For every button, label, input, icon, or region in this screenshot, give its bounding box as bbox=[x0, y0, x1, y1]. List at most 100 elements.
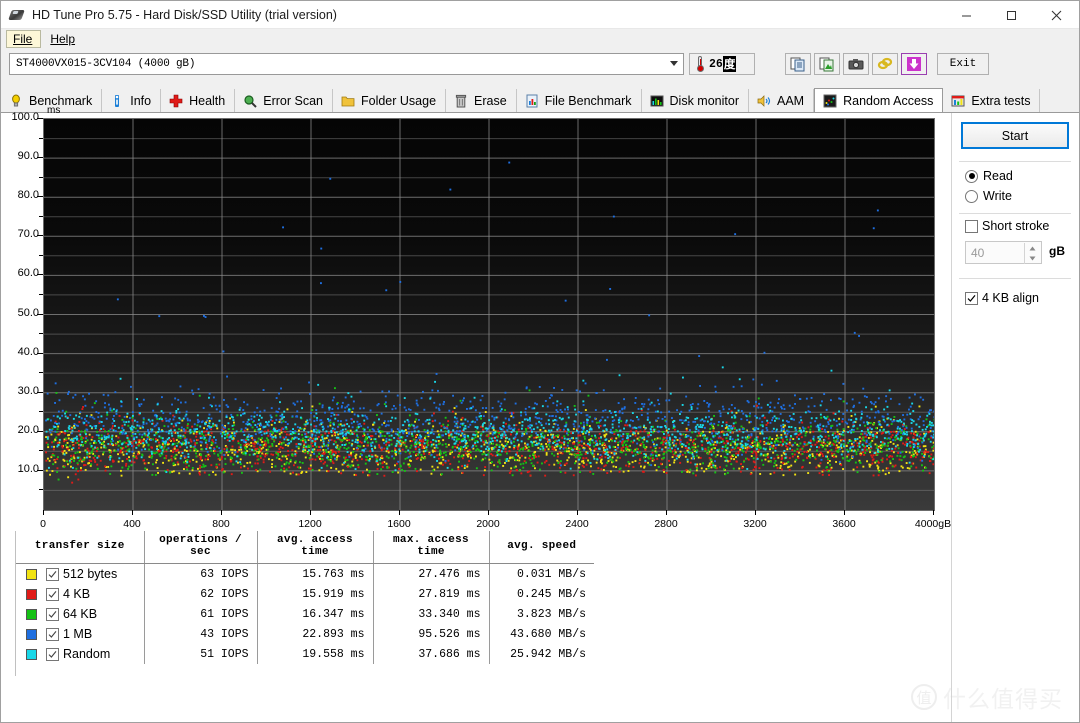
stepper-arrows[interactable] bbox=[1024, 243, 1040, 264]
camera-icon[interactable] bbox=[843, 53, 869, 75]
x-axis-tick bbox=[666, 510, 667, 515]
y-axis-tick-label: 20.0 bbox=[17, 423, 39, 436]
bar-chart-icon bbox=[649, 93, 665, 109]
series-color-swatch bbox=[26, 588, 37, 600]
col-max-access-time: max. access time bbox=[372, 531, 489, 564]
chart-icon bbox=[950, 93, 966, 109]
tab-random-access[interactable]: Random Access bbox=[814, 88, 944, 112]
scatter-points bbox=[45, 161, 934, 484]
tab-erase[interactable]: Erase bbox=[446, 89, 517, 112]
x-axis-tick-label: 400 bbox=[123, 518, 141, 530]
tab-info[interactable]: Info bbox=[102, 89, 162, 112]
cell-operations-sec: 62 IOPS bbox=[143, 584, 257, 604]
cell-operations-sec: 61 IOPS bbox=[143, 604, 257, 624]
series-checkbox-icon[interactable] bbox=[46, 587, 59, 601]
col-avg-access-time: avg. access time bbox=[256, 531, 373, 564]
temperature-value: 26 bbox=[709, 57, 723, 71]
tab-extra-tests-label: Extra tests bbox=[971, 93, 1031, 108]
x-axis-tick-label: 3200 bbox=[743, 518, 767, 530]
x-axis-tick-label: 2400 bbox=[565, 518, 589, 530]
plot-area bbox=[43, 118, 935, 511]
series-label: 4 KB bbox=[63, 587, 91, 601]
y-axis-tick-label: 90.0 bbox=[17, 150, 39, 163]
legend-cell[interactable]: 64 KB bbox=[16, 604, 144, 624]
tab-strip: Benchmark Info Health Error Scan Folder bbox=[1, 88, 1079, 113]
x-axis-tick-label: 2800 bbox=[654, 518, 678, 530]
checkbox-short-stroke[interactable]: Short stroke bbox=[965, 219, 1049, 233]
tab-folder-usage[interactable]: Folder Usage bbox=[332, 89, 447, 112]
cell-avg-speed: 0.031 MB/s bbox=[488, 563, 594, 584]
col-transfer-size: transfer size bbox=[16, 531, 144, 564]
stepper-up-icon[interactable] bbox=[1025, 243, 1040, 254]
x-axis-tick-label: 3600 bbox=[832, 518, 856, 530]
random-access-chart: ms 10.0 20.0 30.0 40.0 50.0 60.0 70.0 80.0 90.0 1… bbox=[1, 105, 951, 530]
close-icon[interactable] bbox=[1034, 1, 1079, 29]
y-axis-tick-label: 10.0 bbox=[17, 462, 39, 475]
tab-aam[interactable]: AAM bbox=[749, 89, 815, 112]
short-stroke-checkbox-icon bbox=[965, 219, 978, 233]
exit-button[interactable]: Exit bbox=[937, 53, 989, 75]
radio-write-icon bbox=[965, 189, 978, 203]
series-checkbox-icon[interactable] bbox=[46, 627, 59, 641]
y-axis-tick-label: 30.0 bbox=[17, 384, 39, 397]
legend-cell[interactable]: 4 KB bbox=[16, 584, 144, 604]
start-button[interactable]: Start bbox=[961, 122, 1069, 149]
radio-write[interactable]: Write bbox=[965, 189, 1012, 203]
maximize-icon[interactable] bbox=[989, 1, 1034, 29]
x-axis-tick bbox=[399, 510, 400, 515]
menu-file[interactable]: File bbox=[6, 30, 42, 48]
short-stroke-stepper[interactable]: 40 bbox=[965, 241, 1042, 264]
copy-image-icon[interactable] bbox=[814, 53, 840, 75]
tab-error-scan[interactable]: Error Scan bbox=[235, 89, 333, 112]
menu-help[interactable]: Help bbox=[43, 30, 84, 48]
drive-select[interactable]: ST4000VX015-3CV104 (4000 gB) bbox=[9, 53, 684, 75]
download-icon[interactable] bbox=[901, 53, 927, 75]
cell-max-access-time: 37.686 ms bbox=[372, 644, 489, 664]
x-axis-tick-label: 1200 bbox=[298, 518, 322, 530]
stepper-down-icon[interactable] bbox=[1025, 254, 1040, 265]
tab-file-benchmark[interactable]: File Benchmark bbox=[516, 89, 642, 112]
series-color-swatch bbox=[26, 568, 37, 580]
cell-avg-access-time: 19.558 ms bbox=[256, 644, 373, 664]
radio-read[interactable]: Read bbox=[965, 169, 1013, 183]
tab-disk-monitor[interactable]: Disk monitor bbox=[641, 89, 749, 112]
cell-max-access-time: 27.819 ms bbox=[372, 584, 489, 604]
cell-operations-sec: 51 IOPS bbox=[143, 644, 257, 664]
legend-cell[interactable]: Random bbox=[16, 644, 144, 664]
tab-health[interactable]: Health bbox=[161, 89, 236, 112]
copy-icon[interactable] bbox=[785, 53, 811, 75]
tab-extra-tests[interactable]: Extra tests bbox=[943, 89, 1041, 112]
temperature-unit: 度 bbox=[722, 56, 737, 72]
y-axis-tick-label: 80.0 bbox=[17, 189, 39, 202]
series-checkbox-icon[interactable] bbox=[46, 567, 59, 581]
checkbox-4kb-align[interactable]: 4 KB align bbox=[965, 291, 1039, 305]
col-avg-speed: avg. speed bbox=[488, 531, 594, 564]
y-axis-tick-label: 50.0 bbox=[17, 306, 39, 319]
cell-avg-access-time: 15.919 ms bbox=[256, 584, 373, 604]
x-axis-tick bbox=[844, 510, 845, 515]
series-color-swatch bbox=[26, 628, 37, 640]
link-icon[interactable] bbox=[872, 53, 898, 75]
cell-max-access-time: 95.526 ms bbox=[372, 624, 489, 644]
legend-cell[interactable]: 1 MB bbox=[16, 624, 144, 644]
align-label: 4 KB align bbox=[982, 291, 1039, 305]
table-row: 512 bytes 63 IOPS 15.763 ms 27.476 ms 0.031 … bbox=[16, 563, 594, 585]
series-checkbox-icon[interactable] bbox=[46, 607, 59, 621]
x-axis-tick bbox=[755, 510, 756, 515]
hd-tune-window: HD Tune Pro 5.75 - Hard Disk/SSD Utility… bbox=[0, 0, 1080, 723]
menu-file-label: File bbox=[13, 32, 33, 46]
divider-2 bbox=[959, 213, 1071, 214]
radio-read-label: Read bbox=[983, 169, 1013, 183]
speaker-icon bbox=[756, 93, 772, 109]
y-axis-unit: ms bbox=[47, 105, 61, 116]
minimize-icon[interactable] bbox=[944, 1, 989, 29]
x-axis-tick bbox=[488, 510, 489, 515]
x-axis-tick-label: 0 bbox=[40, 518, 46, 530]
table-row: 64 KB 61 IOPS 16.347 ms 33.340 ms 3.823 MB/s bbox=[16, 604, 594, 624]
x-axis-tick bbox=[221, 510, 222, 515]
legend-cell[interactable]: 512 bytes bbox=[16, 564, 144, 585]
red-cross-icon bbox=[168, 93, 184, 109]
cell-avg-speed: 43.680 MB/s bbox=[488, 624, 594, 644]
temperature-indicator: 26 度 bbox=[689, 53, 755, 75]
series-checkbox-icon[interactable] bbox=[46, 647, 59, 661]
